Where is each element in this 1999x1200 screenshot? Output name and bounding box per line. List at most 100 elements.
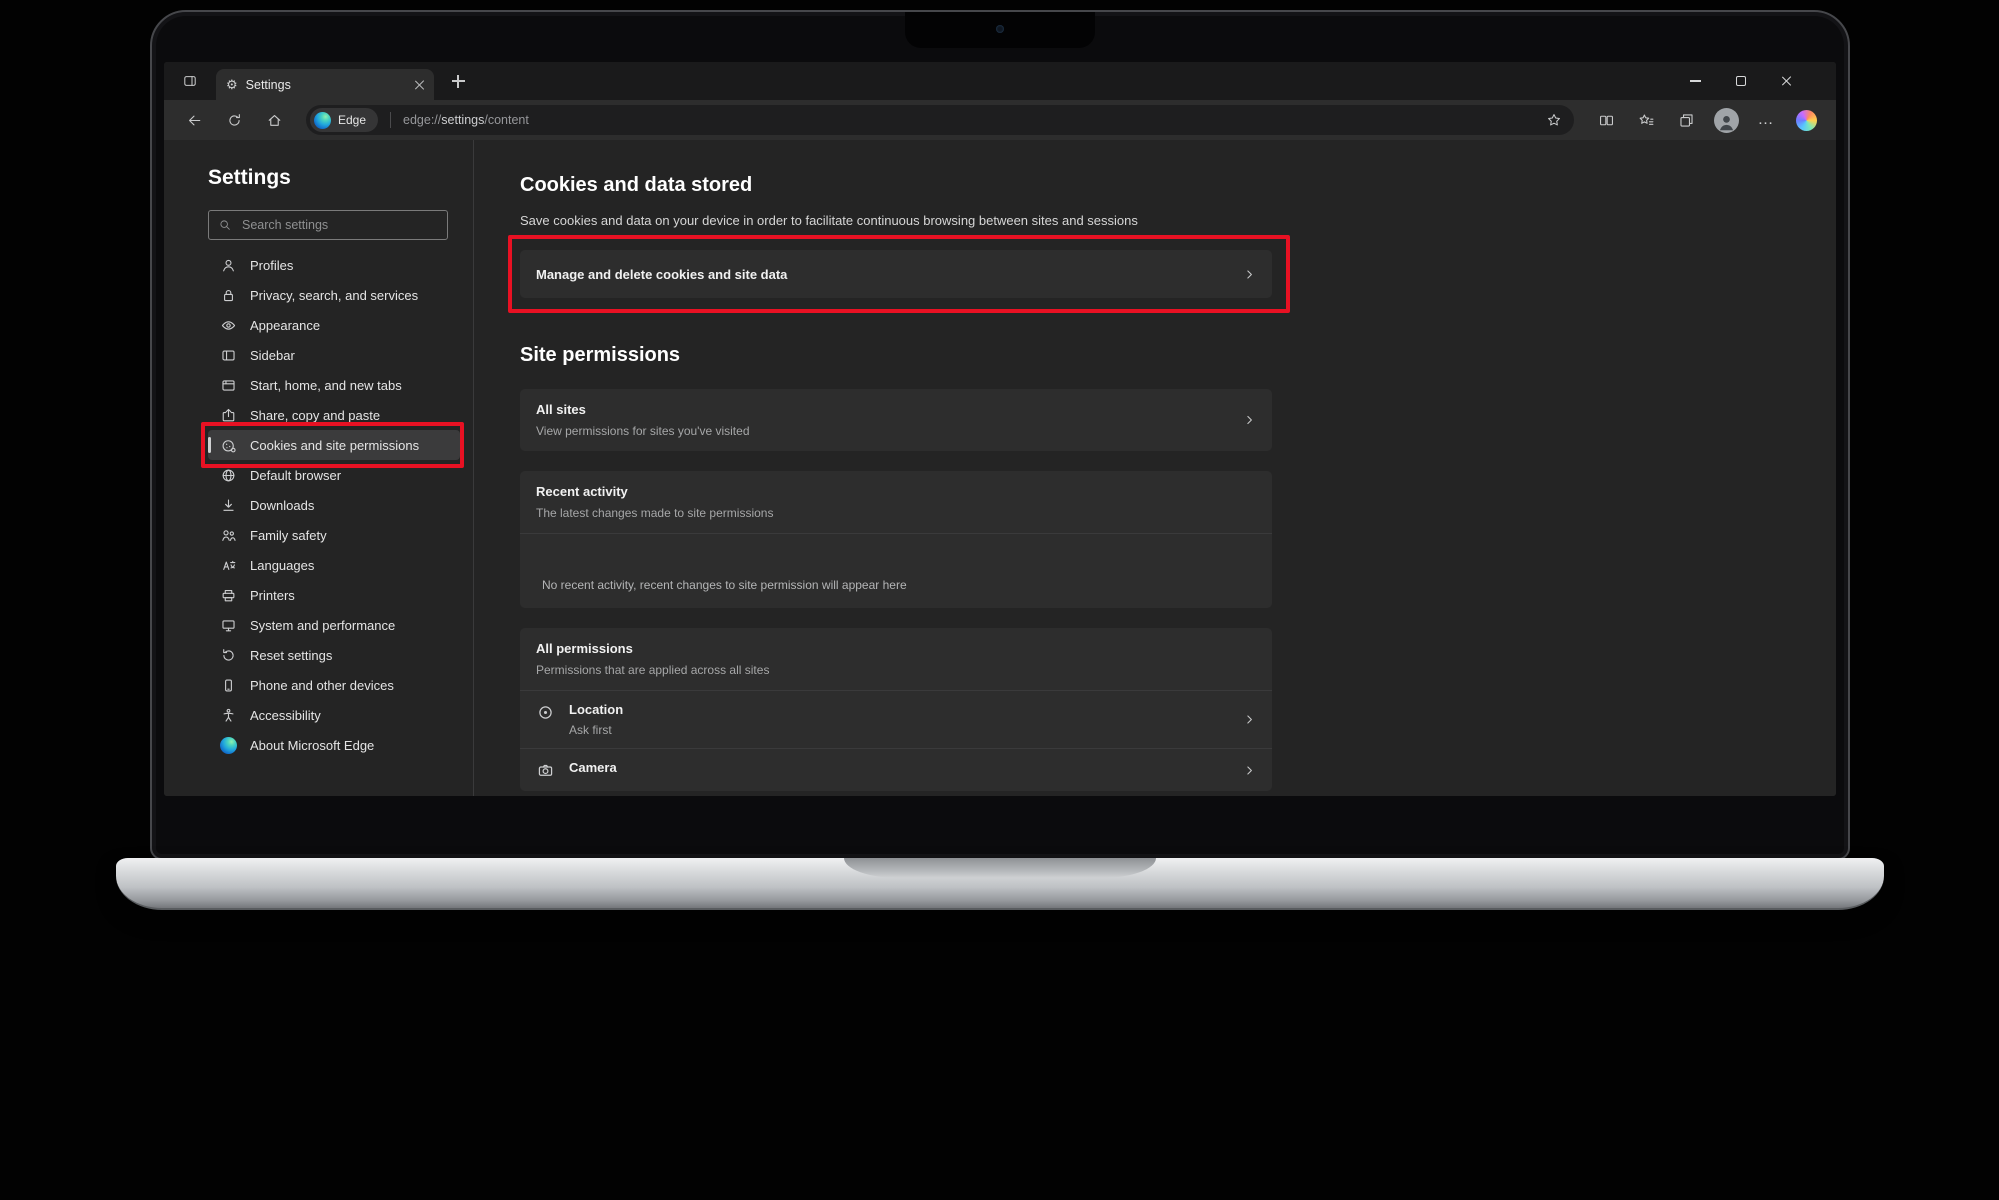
recent-activity-empty-text: No recent activity, recent changes to si… bbox=[520, 533, 1272, 608]
more-icon: … bbox=[1758, 111, 1775, 129]
cookies-icon bbox=[220, 437, 237, 454]
permission-row-camera[interactable]: Camera bbox=[520, 748, 1272, 791]
close-window-button[interactable] bbox=[1764, 62, 1810, 100]
sidebar-item-system-performance[interactable]: System and performance bbox=[208, 610, 460, 640]
sidebar-item-label: Phone and other devices bbox=[250, 678, 394, 693]
settings-sidebar: Settings Profiles Privacy, search, and se… bbox=[164, 140, 474, 796]
new-tab-button[interactable] bbox=[444, 67, 472, 95]
sidebar-item-family-safety[interactable]: Family safety bbox=[208, 520, 460, 550]
page-title: Cookies and data stored bbox=[520, 174, 1836, 197]
selected-indicator bbox=[208, 437, 211, 453]
star-icon bbox=[1546, 112, 1562, 128]
search-settings-input[interactable] bbox=[240, 217, 438, 233]
refresh-icon bbox=[226, 112, 243, 129]
sidebar-item-label: Privacy, search, and services bbox=[250, 288, 418, 303]
minimize-button[interactable] bbox=[1672, 62, 1718, 100]
chevron-right-icon bbox=[1243, 268, 1256, 281]
all-sites-title: All sites bbox=[536, 402, 1256, 417]
sidebar-item-about-edge[interactable]: About Microsoft Edge bbox=[208, 730, 460, 760]
sidebar-item-label: Share, copy and paste bbox=[250, 408, 380, 423]
sidebar-item-reset-settings[interactable]: Reset settings bbox=[208, 640, 460, 670]
collections-button[interactable] bbox=[1668, 105, 1704, 135]
family-safety-icon bbox=[220, 527, 237, 544]
sidebar-item-downloads[interactable]: Downloads bbox=[208, 490, 460, 520]
profile-avatar bbox=[1714, 108, 1739, 133]
favorite-star-button[interactable] bbox=[1546, 112, 1562, 128]
chevron-right-icon bbox=[1243, 414, 1256, 427]
sidebar-item-label: Accessibility bbox=[250, 708, 321, 723]
settings-and-more-button[interactable]: … bbox=[1748, 105, 1784, 135]
page-description: Save cookies and data on your device in … bbox=[520, 213, 1300, 228]
gear-icon: ⚙ bbox=[226, 76, 238, 94]
settings-page: Settings Profiles Privacy, search, and se… bbox=[164, 140, 1836, 796]
collections-icon bbox=[1678, 112, 1695, 129]
webcam-icon bbox=[996, 25, 1004, 33]
back-button[interactable] bbox=[176, 105, 212, 135]
system-icon bbox=[220, 617, 237, 634]
start-home-icon bbox=[220, 377, 237, 394]
downloads-icon bbox=[220, 497, 237, 514]
sidebar-item-label: Appearance bbox=[250, 318, 320, 333]
browser-window: ⚙ Settings bbox=[164, 62, 1836, 796]
sidebar-item-label: Cookies and site permissions bbox=[250, 438, 419, 453]
address-bar[interactable]: Edge edge://settings/content bbox=[306, 105, 1574, 135]
chevron-right-icon bbox=[1243, 764, 1256, 777]
reset-icon bbox=[220, 647, 237, 664]
tab-title: Settings bbox=[246, 78, 406, 92]
tab-actions-icon bbox=[182, 73, 198, 89]
sidebar-item-printers[interactable]: Printers bbox=[208, 580, 460, 610]
sidebar-item-privacy[interactable]: Privacy, search, and services bbox=[208, 280, 460, 310]
permission-label: Location bbox=[569, 702, 623, 717]
url-host: settings bbox=[441, 113, 484, 127]
search-settings-box[interactable] bbox=[208, 210, 448, 240]
tab-settings[interactable]: ⚙ Settings bbox=[216, 69, 434, 100]
close-icon bbox=[414, 79, 426, 91]
recent-activity-card: Recent activity The latest changes made … bbox=[520, 471, 1272, 608]
sidebar-item-phone-devices[interactable]: Phone and other devices bbox=[208, 670, 460, 700]
site-info-badge[interactable]: Edge bbox=[310, 108, 378, 132]
tab-close-button[interactable] bbox=[414, 79, 426, 91]
all-permissions-card: All permissions Permissions that are app… bbox=[520, 628, 1272, 791]
browser-toolbar: Edge edge://settings/content … bbox=[164, 100, 1836, 140]
split-screen-icon bbox=[1598, 112, 1615, 129]
refresh-button[interactable] bbox=[216, 105, 252, 135]
url-scheme: edge:// bbox=[403, 113, 441, 127]
recent-activity-title: Recent activity bbox=[536, 484, 1256, 499]
sidebar-item-languages[interactable]: Languages bbox=[208, 550, 460, 580]
appearance-icon bbox=[220, 317, 237, 334]
address-divider bbox=[390, 112, 391, 128]
sidebar-item-default-browser[interactable]: Default browser bbox=[208, 460, 460, 490]
sidebar-title: Settings bbox=[208, 166, 473, 190]
close-icon bbox=[1781, 75, 1793, 87]
sidebar-icon bbox=[220, 347, 237, 364]
copilot-button[interactable] bbox=[1788, 105, 1824, 135]
manage-cookies-row[interactable]: Manage and delete cookies and site data bbox=[520, 250, 1272, 298]
all-sites-card[interactable]: All sites View permissions for sites you… bbox=[520, 389, 1272, 451]
languages-icon bbox=[220, 557, 237, 574]
sidebar-item-accessibility[interactable]: Accessibility bbox=[208, 700, 460, 730]
sidebar-item-share-copy-paste[interactable]: Share, copy and paste bbox=[208, 400, 460, 430]
permission-row-location[interactable]: LocationAsk first bbox=[520, 690, 1272, 748]
minimize-icon bbox=[1690, 80, 1701, 81]
sidebar-item-label: About Microsoft Edge bbox=[250, 738, 374, 753]
profile-button[interactable] bbox=[1708, 105, 1744, 135]
maximize-button[interactable] bbox=[1718, 62, 1764, 100]
sidebar-item-cookies-permissions[interactable]: Cookies and site permissions bbox=[208, 430, 460, 460]
all-sites-subtitle: View permissions for sites you've visite… bbox=[536, 424, 1256, 438]
tab-actions-button[interactable] bbox=[174, 67, 206, 95]
split-screen-button[interactable] bbox=[1588, 105, 1624, 135]
edge-logo-icon bbox=[220, 737, 237, 754]
accessibility-icon bbox=[220, 707, 237, 724]
sidebar-item-start-home-tabs[interactable]: Start, home, and new tabs bbox=[208, 370, 460, 400]
location-icon bbox=[536, 703, 555, 722]
sidebar-item-appearance[interactable]: Appearance bbox=[208, 310, 460, 340]
home-icon bbox=[266, 112, 283, 129]
sidebar-item-sidebar[interactable]: Sidebar bbox=[208, 340, 460, 370]
printers-icon bbox=[220, 587, 237, 604]
sidebar-item-label: Reset settings bbox=[250, 648, 332, 663]
maximize-icon bbox=[1736, 76, 1746, 86]
home-button[interactable] bbox=[256, 105, 292, 135]
favorites-button[interactable] bbox=[1628, 105, 1664, 135]
laptop-base bbox=[116, 858, 1884, 910]
sidebar-item-profiles[interactable]: Profiles bbox=[208, 250, 460, 280]
